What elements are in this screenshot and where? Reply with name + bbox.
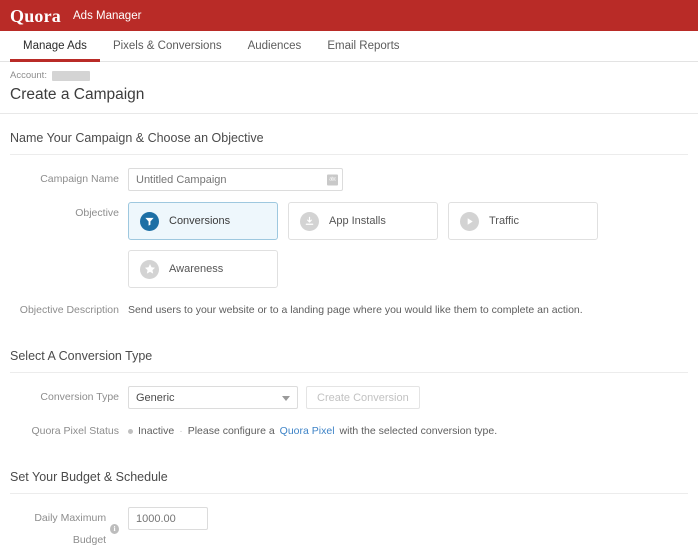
objective-row: Objective Conversions — [10, 202, 688, 288]
conversion-type-select[interactable]: Generic — [128, 386, 298, 409]
info-icon[interactable]: i — [110, 524, 119, 534]
name-objective-section-title: Name Your Campaign & Choose an Objective — [10, 114, 688, 155]
pixel-status-row: Quora Pixel Status Inactive · Please con… — [10, 420, 688, 442]
product-name: Ads Manager — [73, 9, 141, 23]
status-separator: · — [179, 420, 183, 442]
objective-description-label: Objective Description — [10, 299, 128, 321]
objective-card-app-installs[interactable]: App Installs — [288, 202, 438, 240]
objective-description-text: Send users to your website or to a landi… — [128, 304, 583, 316]
conversion-type-row: Conversion Type Generic Create Conversio… — [10, 386, 688, 409]
budget-schedule-section-title: Set Your Budget & Schedule — [10, 453, 688, 494]
page-header: Account: Create a Campaign — [0, 62, 698, 114]
objective-card-app-installs-label: App Installs — [329, 215, 386, 227]
pixel-message-prefix: Please configure a — [188, 420, 275, 442]
account-label: Account: — [10, 71, 47, 81]
name-objective-section: Name Your Campaign & Choose an Objective… — [0, 114, 698, 321]
objective-card-awareness-label: Awareness — [169, 263, 223, 275]
campaign-name-input[interactable] — [128, 168, 343, 191]
tab-audiences[interactable]: Audiences — [235, 31, 315, 61]
objective-card-awareness[interactable]: Awareness — [128, 250, 278, 288]
objective-label: Objective — [10, 202, 128, 224]
top-brand-bar: Quora Ads Manager — [0, 0, 698, 31]
quora-logo[interactable]: Quora — [10, 7, 61, 25]
pixel-message-suffix: with the selected conversion type. — [340, 420, 498, 442]
conversion-type-section-title: Select A Conversion Type — [10, 332, 688, 373]
objective-card-conversions-label: Conversions — [169, 215, 230, 227]
daily-budget-label: Daily Maximum Budget — [10, 507, 106, 550]
create-conversion-button[interactable]: Create Conversion — [306, 386, 420, 409]
objective-card-traffic[interactable]: Traffic — [448, 202, 598, 240]
campaign-name-input-wrap: abc — [128, 168, 343, 191]
funnel-icon — [140, 212, 159, 231]
tab-pixels-conversions-label: Pixels & Conversions — [113, 40, 222, 52]
tab-pixels-conversions[interactable]: Pixels & Conversions — [100, 31, 235, 61]
conversion-type-label: Conversion Type — [10, 386, 128, 408]
play-icon — [460, 212, 479, 231]
conversion-type-controls: Generic Create Conversion — [128, 386, 688, 409]
objective-card-conversions[interactable]: Conversions — [128, 202, 278, 240]
campaign-name-counter-icon[interactable]: abc — [327, 174, 338, 185]
conversion-type-section: Select A Conversion Type Conversion Type… — [0, 332, 698, 442]
pixel-status-badge: Inactive — [138, 420, 174, 442]
tab-manage-ads-label: Manage Ads — [23, 40, 87, 52]
objective-card-traffic-label: Traffic — [489, 215, 519, 227]
tab-audiences-label: Audiences — [248, 40, 302, 52]
campaign-name-row: Campaign Name abc — [10, 168, 688, 191]
tab-email-reports[interactable]: Email Reports — [314, 31, 412, 61]
conversion-type-selected-value: Generic — [136, 392, 175, 404]
quora-pixel-link[interactable]: Quora Pixel — [280, 420, 335, 442]
star-icon — [140, 260, 159, 279]
objective-description-row: Objective Description Send users to your… — [10, 299, 688, 321]
page-title: Create a Campaign — [10, 86, 688, 103]
daily-budget-label-wrap: Daily Maximum Budget i — [10, 507, 128, 550]
status-dot-icon — [128, 429, 133, 434]
tab-email-reports-label: Email Reports — [327, 40, 399, 52]
budget-schedule-section: Set Your Budget & Schedule Daily Maximum… — [0, 453, 698, 550]
account-value-redacted — [52, 71, 90, 81]
download-icon — [300, 212, 319, 231]
daily-budget-input[interactable] — [128, 507, 208, 530]
chevron-down-icon — [282, 396, 290, 401]
daily-budget-row: Daily Maximum Budget i — [10, 507, 688, 550]
pixel-status-label: Quora Pixel Status — [10, 420, 128, 442]
tab-manage-ads[interactable]: Manage Ads — [10, 31, 100, 61]
main-navigation: Manage Ads Pixels & Conversions Audience… — [0, 31, 698, 62]
account-line: Account: — [10, 71, 688, 81]
campaign-name-label: Campaign Name — [10, 168, 128, 190]
objective-card-grid: Conversions App Installs — [128, 202, 598, 288]
pixel-status-line: Inactive · Please configure a Quora Pixe… — [128, 420, 688, 442]
